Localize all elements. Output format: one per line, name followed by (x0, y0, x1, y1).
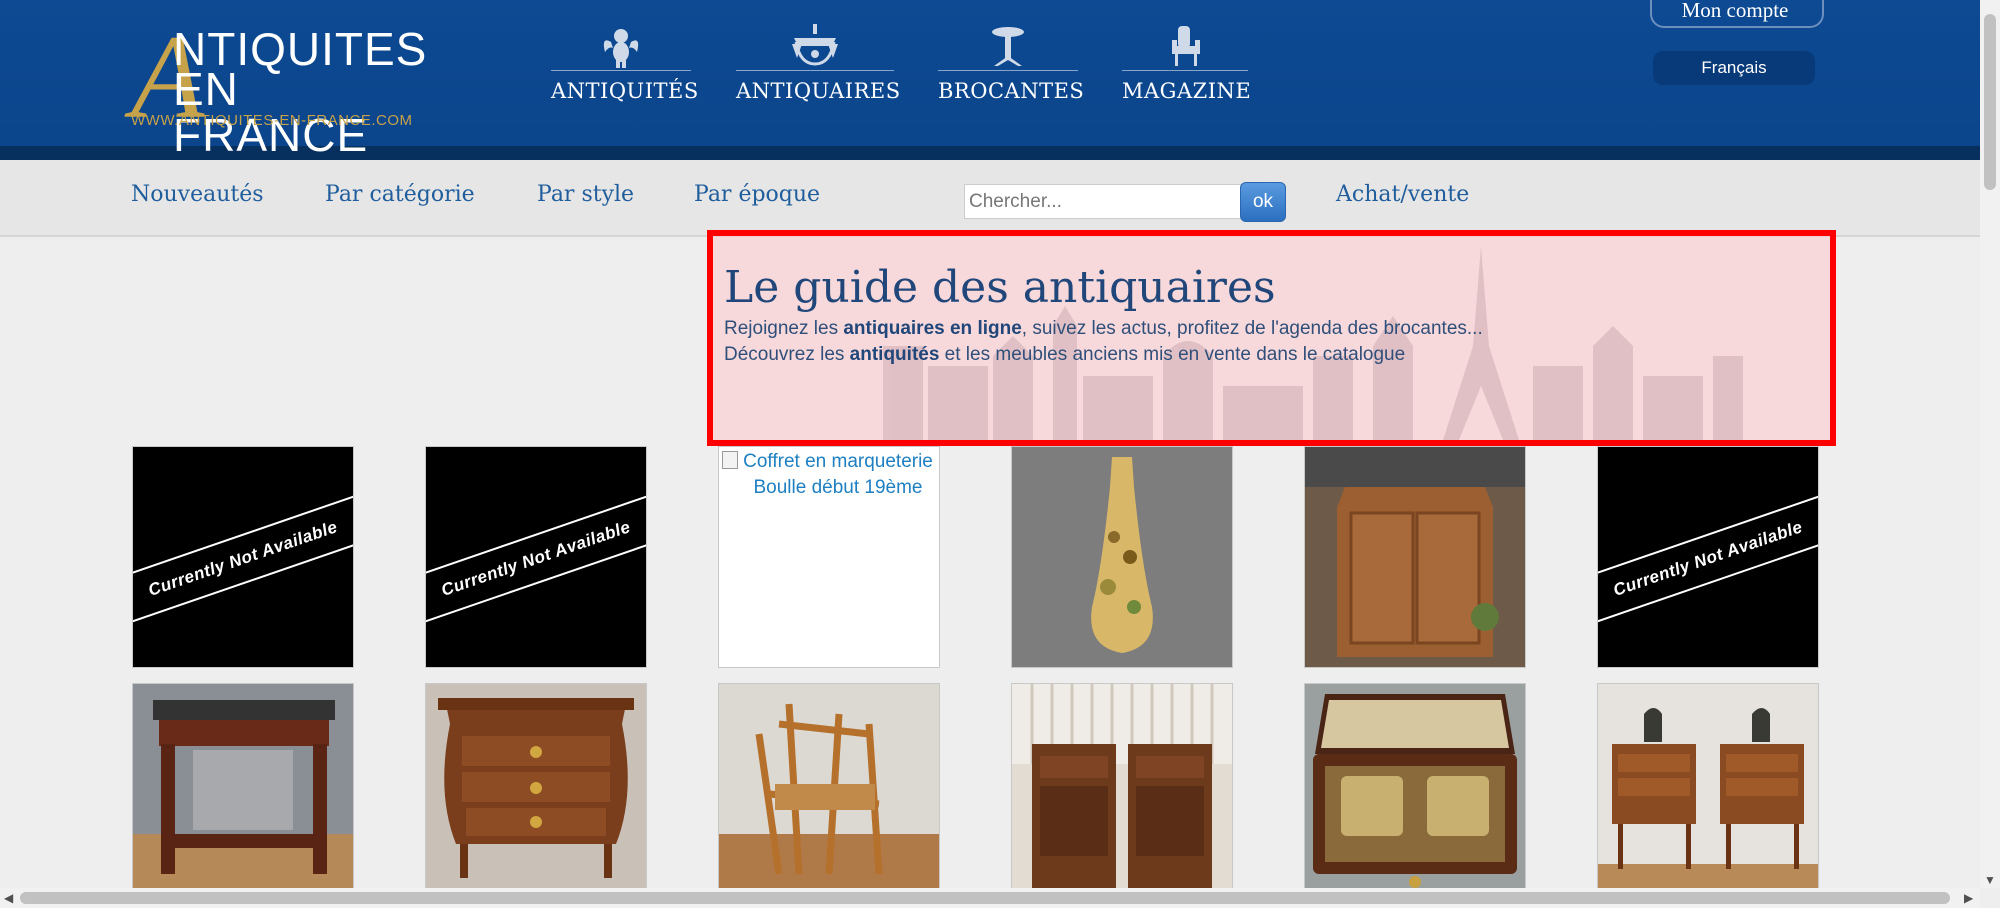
hero-text-line-1: Rejoignez les antiquaires en ligne, suiv… (724, 318, 1483, 340)
topnav-antiquaires[interactable]: ANTIQUAIRES (736, 24, 901, 114)
product-tile[interactable]: Coffret en marqueterie Boulle début 19èm… (718, 446, 940, 668)
hero-line-1-suffix: , suivez les actus, profitez de l'agenda… (1021, 318, 1483, 339)
topnav-rule (551, 70, 691, 71)
image-alt-text: Coffret en marqueterie Boulle début 19èm… (743, 451, 933, 498)
hero-text-line-2: Découvrez les antiquités et les meubles … (724, 344, 1405, 366)
inkwell-box-photo (1313, 694, 1517, 888)
topnav-label: BROCANTES (938, 79, 1085, 103)
chandelier-icon (736, 24, 894, 68)
horizontal-scrollbar-thumb[interactable] (20, 892, 1950, 904)
subnav-par-style[interactable]: Par style (537, 182, 634, 207)
product-tile[interactable] (132, 683, 354, 890)
hero-line-2-prefix: Découvrez les (724, 344, 850, 365)
account-label: Mon compte (1681, 0, 1789, 22)
scroll-right-arrow-icon[interactable]: ▶ (1964, 892, 1973, 904)
product-tile[interactable] (1304, 446, 1526, 668)
search-input[interactable] (964, 184, 1244, 219)
subnav-nouveautes[interactable]: Nouveautés (131, 182, 264, 207)
product-tile[interactable]: Currently Not Available (425, 446, 647, 668)
product-tile[interactable] (1011, 446, 1233, 668)
side-tables-with-bronzes-photo (1598, 708, 1818, 889)
product-tile[interactable]: Currently Not Available (1597, 446, 1819, 668)
product-tile[interactable]: Currently Not Available (132, 446, 354, 668)
topnav-label: ANTIQUAIRES (736, 79, 901, 103)
secondary-nav: Nouveautés Par catégorie Par style Par é… (0, 160, 1980, 237)
topnav-rule (938, 70, 1078, 71)
search-submit-button[interactable]: ok (1240, 182, 1286, 222)
topnav-magazine[interactable]: MAGAZINE (1122, 24, 1252, 114)
logo-url: WWW.ANTIQUITES-EN-FRANCE.COM (131, 112, 413, 129)
topnav-antiquites[interactable]: ANTIQUITÉS (551, 24, 699, 114)
topnav-rule (736, 70, 894, 71)
hero-banner: Le guide des antiquaires Rejoignez les a… (707, 230, 1836, 446)
product-tile[interactable] (718, 683, 940, 890)
cherub-icon (551, 24, 691, 68)
subnav-achat-vente[interactable]: Achat/vente (1336, 182, 1469, 207)
console-photo (133, 700, 353, 889)
site-logo[interactable]: A NTIQUITES EN FRANCE WWW.ANTIQUITES-EN-… (131, 17, 441, 159)
bamboo-chair-photo (719, 703, 939, 889)
subnav-par-categorie[interactable]: Par catégorie (325, 182, 475, 207)
product-tile[interactable] (1597, 683, 1819, 890)
topnav-brocantes[interactable]: BROCANTES (938, 24, 1085, 114)
topnav-label: MAGAZINE (1122, 79, 1252, 103)
vase-photo (1091, 457, 1153, 653)
language-selector[interactable]: Français (1653, 51, 1815, 85)
product-tile[interactable] (425, 683, 647, 890)
armoire-photo (1305, 447, 1525, 657)
topnav-rule (1122, 70, 1248, 71)
unavailable-label: Currently Not Available (426, 493, 646, 625)
site-header: A NTIQUITES EN FRANCE WWW.ANTIQUITES-EN-… (0, 0, 1980, 160)
account-button[interactable]: Mon compte (1650, 0, 1824, 30)
product-tile[interactable] (1304, 683, 1526, 890)
link-antiquites[interactable]: antiquités (850, 344, 940, 365)
hero-line-2-suffix: et les meubles anciens mis en vente dans… (939, 344, 1406, 365)
hero-title: Le guide des antiquaires (724, 262, 1276, 313)
bedside-tables-photo (1012, 684, 1232, 889)
commode-photo (438, 698, 634, 878)
link-antiquaires-en-ligne[interactable]: antiquaires en ligne (843, 318, 1021, 339)
vertical-scrollbar-thumb[interactable] (1984, 14, 1996, 190)
unavailable-label: Currently Not Available (1598, 493, 1818, 625)
scroll-down-arrow-icon[interactable]: ▼ (1984, 874, 1996, 886)
topnav-label: ANTIQUITÉS (551, 79, 699, 103)
scroll-left-arrow-icon[interactable]: ◀ (4, 892, 13, 904)
gueridon-table-icon (938, 24, 1078, 68)
subnav-par-epoque[interactable]: Par époque (694, 182, 820, 207)
armchair-icon (1122, 24, 1248, 68)
unavailable-label: Currently Not Available (133, 493, 353, 625)
hero-line-1-prefix: Rejoignez les (724, 318, 844, 339)
product-tile[interactable] (1011, 683, 1233, 890)
